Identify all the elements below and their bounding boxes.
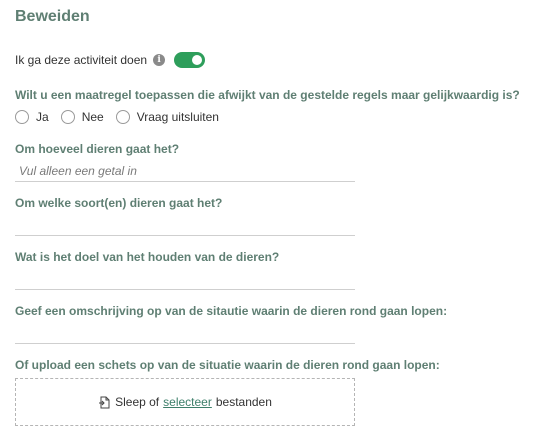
radio-label: Vraag uitsluiten	[136, 110, 219, 124]
activity-toggle-row: Ik ga deze activiteit doen i	[15, 51, 206, 69]
radio-button[interactable]	[15, 110, 29, 124]
purpose-question: Wat is het doel van het houden van de di…	[15, 250, 280, 264]
animal-species-input[interactable]	[15, 215, 355, 236]
radio-button[interactable]	[60, 110, 75, 124]
file-upload-icon	[98, 396, 110, 409]
dropzone-text-before: Sleep of	[115, 395, 160, 409]
description-input[interactable]	[15, 323, 355, 344]
activity-toggle[interactable]	[174, 52, 206, 68]
radio-label: Nee	[81, 110, 104, 124]
measure-radio-group: Ja Nee Vraag uitsluiten	[15, 110, 231, 124]
file-dropzone[interactable]: Sleep of selecteer bestanden	[15, 378, 355, 426]
animal-count-input[interactable]	[15, 161, 355, 182]
upload-question: Of upload een schets op van de situatie …	[15, 358, 440, 372]
measure-question: Wilt u een maatregel toepassen die afwij…	[15, 88, 520, 102]
purpose-input[interactable]	[15, 269, 355, 290]
radio-option-ja[interactable]: Ja	[15, 110, 49, 124]
section-title: Beweiden	[15, 8, 90, 25]
radio-label: Ja	[36, 110, 49, 124]
animal-species-question: Om welke soort(en) dieren gaat het?	[15, 196, 223, 210]
toggle-knob	[192, 55, 203, 65]
radio-option-vraag-uitsluiten[interactable]: Vraag uitsluiten	[115, 110, 219, 124]
dropzone-text-after: bestanden	[215, 395, 272, 409]
activity-label: Ik ga deze activiteit doen	[15, 53, 148, 67]
info-icon[interactable]: i	[153, 54, 166, 66]
select-files-link[interactable]: selecteer	[163, 395, 212, 409]
radio-option-nee[interactable]: Nee	[60, 110, 104, 124]
description-question: Geef een omschrijving op van de sitautie…	[15, 304, 448, 318]
radio-button[interactable]	[115, 110, 130, 124]
animal-count-question: Om hoeveel dieren gaat het?	[15, 142, 180, 156]
